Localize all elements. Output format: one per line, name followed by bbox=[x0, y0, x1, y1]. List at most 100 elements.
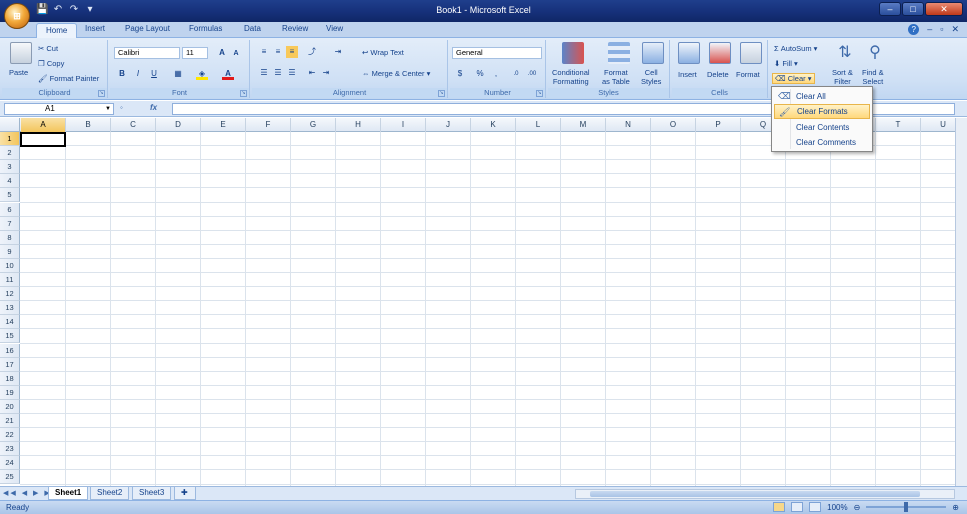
column-header[interactable]: A bbox=[21, 118, 66, 132]
bold-button[interactable]: B bbox=[116, 68, 128, 80]
insert-cells-icon[interactable] bbox=[678, 42, 700, 64]
column-header[interactable]: I bbox=[381, 118, 426, 132]
sort-filter-button[interactable]: Sort & Filter bbox=[832, 68, 853, 86]
orientation-icon[interactable]: ⤴ bbox=[306, 46, 318, 58]
paste-icon[interactable] bbox=[10, 42, 32, 64]
menu-item-clear-comments[interactable]: Clear Comments bbox=[774, 135, 870, 150]
horizontal-scrollbar[interactable] bbox=[575, 489, 955, 499]
insert-sheet-icon[interactable]: ✚ bbox=[174, 487, 196, 500]
row-header[interactable]: 4 bbox=[0, 174, 20, 189]
tab-review[interactable]: Review bbox=[282, 24, 308, 33]
help-icon[interactable]: ? bbox=[908, 24, 920, 35]
column-header[interactable]: O bbox=[651, 118, 696, 132]
column-header[interactable]: H bbox=[336, 118, 381, 132]
insert-cells-button[interactable]: Insert bbox=[678, 70, 697, 79]
format-painter-button[interactable]: 🖌 Format Painter bbox=[38, 74, 99, 83]
row-header[interactable]: 19 bbox=[0, 385, 20, 400]
format-cells-button[interactable]: Format bbox=[736, 70, 760, 79]
column-header[interactable]: B bbox=[66, 118, 111, 132]
wrap-text-button[interactable]: ↩ Wrap Text bbox=[362, 48, 404, 57]
column-header[interactable]: E bbox=[201, 118, 246, 132]
increase-indent-icon[interactable]: ⇥ bbox=[320, 67, 332, 79]
close-button[interactable]: ✕ bbox=[925, 2, 963, 16]
office-button[interactable]: ⊞ bbox=[4, 3, 30, 29]
tab-view[interactable]: View bbox=[326, 24, 343, 33]
row-header[interactable]: 8 bbox=[0, 230, 20, 245]
align-right-icon[interactable]: ☰ bbox=[286, 67, 298, 79]
sheet-tab-sheet1[interactable]: Sheet1 bbox=[48, 487, 89, 500]
grow-font-button[interactable]: A bbox=[216, 47, 228, 59]
clipboard-launcher-icon[interactable]: ↘ bbox=[98, 90, 105, 97]
column-header[interactable]: P bbox=[696, 118, 741, 132]
zoom-slider[interactable] bbox=[866, 502, 947, 512]
paste-button[interactable]: Paste bbox=[9, 68, 28, 77]
row-header[interactable]: 16 bbox=[0, 343, 20, 358]
fill-button[interactable]: ⬇ Fill ▾ bbox=[774, 59, 798, 68]
row-header[interactable]: 10 bbox=[0, 258, 20, 273]
row-header[interactable]: 24 bbox=[0, 456, 20, 471]
sheet-tab-sheet2[interactable]: Sheet2 bbox=[90, 487, 130, 500]
row-header[interactable]: 15 bbox=[0, 329, 20, 344]
row-header[interactable]: 7 bbox=[0, 216, 20, 231]
number-launcher-icon[interactable]: ↘ bbox=[536, 90, 543, 97]
menu-item-clear-contents[interactable]: Clear Contents bbox=[774, 120, 870, 135]
align-bottom-icon[interactable]: ≡ bbox=[286, 46, 298, 58]
row-header[interactable]: 11 bbox=[0, 273, 20, 288]
minimize-button[interactable]: – bbox=[879, 2, 901, 16]
format-as-table-icon[interactable] bbox=[608, 42, 630, 64]
tab-page-layout[interactable]: Page Layout bbox=[125, 24, 170, 33]
chevron-down-icon[interactable]: ▼ bbox=[105, 104, 111, 114]
row-header[interactable]: 2 bbox=[0, 146, 20, 161]
indent-icon[interactable]: ⇥ bbox=[332, 46, 344, 58]
row-header[interactable]: 9 bbox=[0, 244, 20, 259]
row-header[interactable]: 3 bbox=[0, 160, 20, 175]
column-header[interactable]: D bbox=[156, 118, 201, 132]
maximize-button[interactable]: □ bbox=[902, 2, 924, 16]
sort-filter-icon[interactable]: ⇅ bbox=[834, 42, 856, 64]
zoom-level[interactable]: 100% bbox=[827, 503, 847, 512]
decrease-decimal-button[interactable]: .00 bbox=[526, 68, 538, 80]
tab-data[interactable]: Data bbox=[244, 24, 261, 33]
comma-button[interactable]: , bbox=[490, 68, 502, 80]
column-header[interactable]: M bbox=[561, 118, 606, 132]
format-cells-icon[interactable] bbox=[740, 42, 762, 64]
active-cell[interactable] bbox=[20, 132, 66, 147]
row-header[interactable]: 17 bbox=[0, 357, 20, 372]
ribbon-minimize-icon[interactable]: – bbox=[927, 24, 932, 35]
column-header[interactable]: C bbox=[111, 118, 156, 132]
cell-styles-button[interactable]: Cell Styles bbox=[641, 68, 661, 86]
find-select-button[interactable]: Find & Select bbox=[862, 68, 884, 86]
row-header[interactable]: 22 bbox=[0, 428, 20, 443]
row-header[interactable]: 1 bbox=[0, 132, 20, 147]
insert-function-icon[interactable]: fx bbox=[150, 103, 157, 112]
font-size-select[interactable]: 11 bbox=[182, 47, 208, 59]
font-name-select[interactable]: Calibri bbox=[114, 47, 180, 59]
percent-button[interactable]: % bbox=[474, 68, 486, 80]
column-header[interactable]: U bbox=[921, 118, 955, 132]
column-header[interactable]: N bbox=[606, 118, 651, 132]
font-launcher-icon[interactable]: ↘ bbox=[240, 90, 247, 97]
row-header[interactable]: 5 bbox=[0, 188, 20, 203]
cell-styles-icon[interactable] bbox=[642, 42, 664, 64]
delete-cells-icon[interactable] bbox=[709, 42, 731, 64]
column-header[interactable]: F bbox=[246, 118, 291, 132]
format-as-table-button[interactable]: Format as Table bbox=[602, 68, 630, 86]
tab-formulas[interactable]: Formulas bbox=[189, 24, 222, 33]
scroll-thumb[interactable] bbox=[590, 491, 920, 497]
align-middle-icon[interactable]: ≡ bbox=[272, 46, 284, 58]
page-layout-view-icon[interactable] bbox=[791, 502, 804, 512]
worksheet-grid[interactable]: ABCDEFGHIJKLMNOPQRSTU 123456789101112131… bbox=[0, 118, 955, 486]
zoom-out-icon[interactable]: ⊖ bbox=[854, 503, 861, 512]
borders-icon[interactable]: ▦ bbox=[172, 68, 184, 80]
fill-color-icon[interactable]: ◈ bbox=[196, 68, 208, 80]
decrease-indent-icon[interactable]: ⇤ bbox=[306, 67, 318, 79]
cancel-formula-icon[interactable]: ◦ bbox=[120, 103, 123, 112]
row-header[interactable]: 6 bbox=[0, 202, 20, 217]
row-header[interactable]: 25 bbox=[0, 470, 20, 485]
row-header[interactable]: 13 bbox=[0, 301, 20, 316]
underline-button[interactable]: U bbox=[148, 68, 160, 80]
page-break-view-icon[interactable] bbox=[809, 502, 822, 512]
alignment-launcher-icon[interactable]: ↘ bbox=[438, 90, 445, 97]
select-all-corner[interactable] bbox=[0, 118, 20, 132]
conditional-formatting-button[interactable]: Conditional Formatting bbox=[552, 68, 590, 86]
